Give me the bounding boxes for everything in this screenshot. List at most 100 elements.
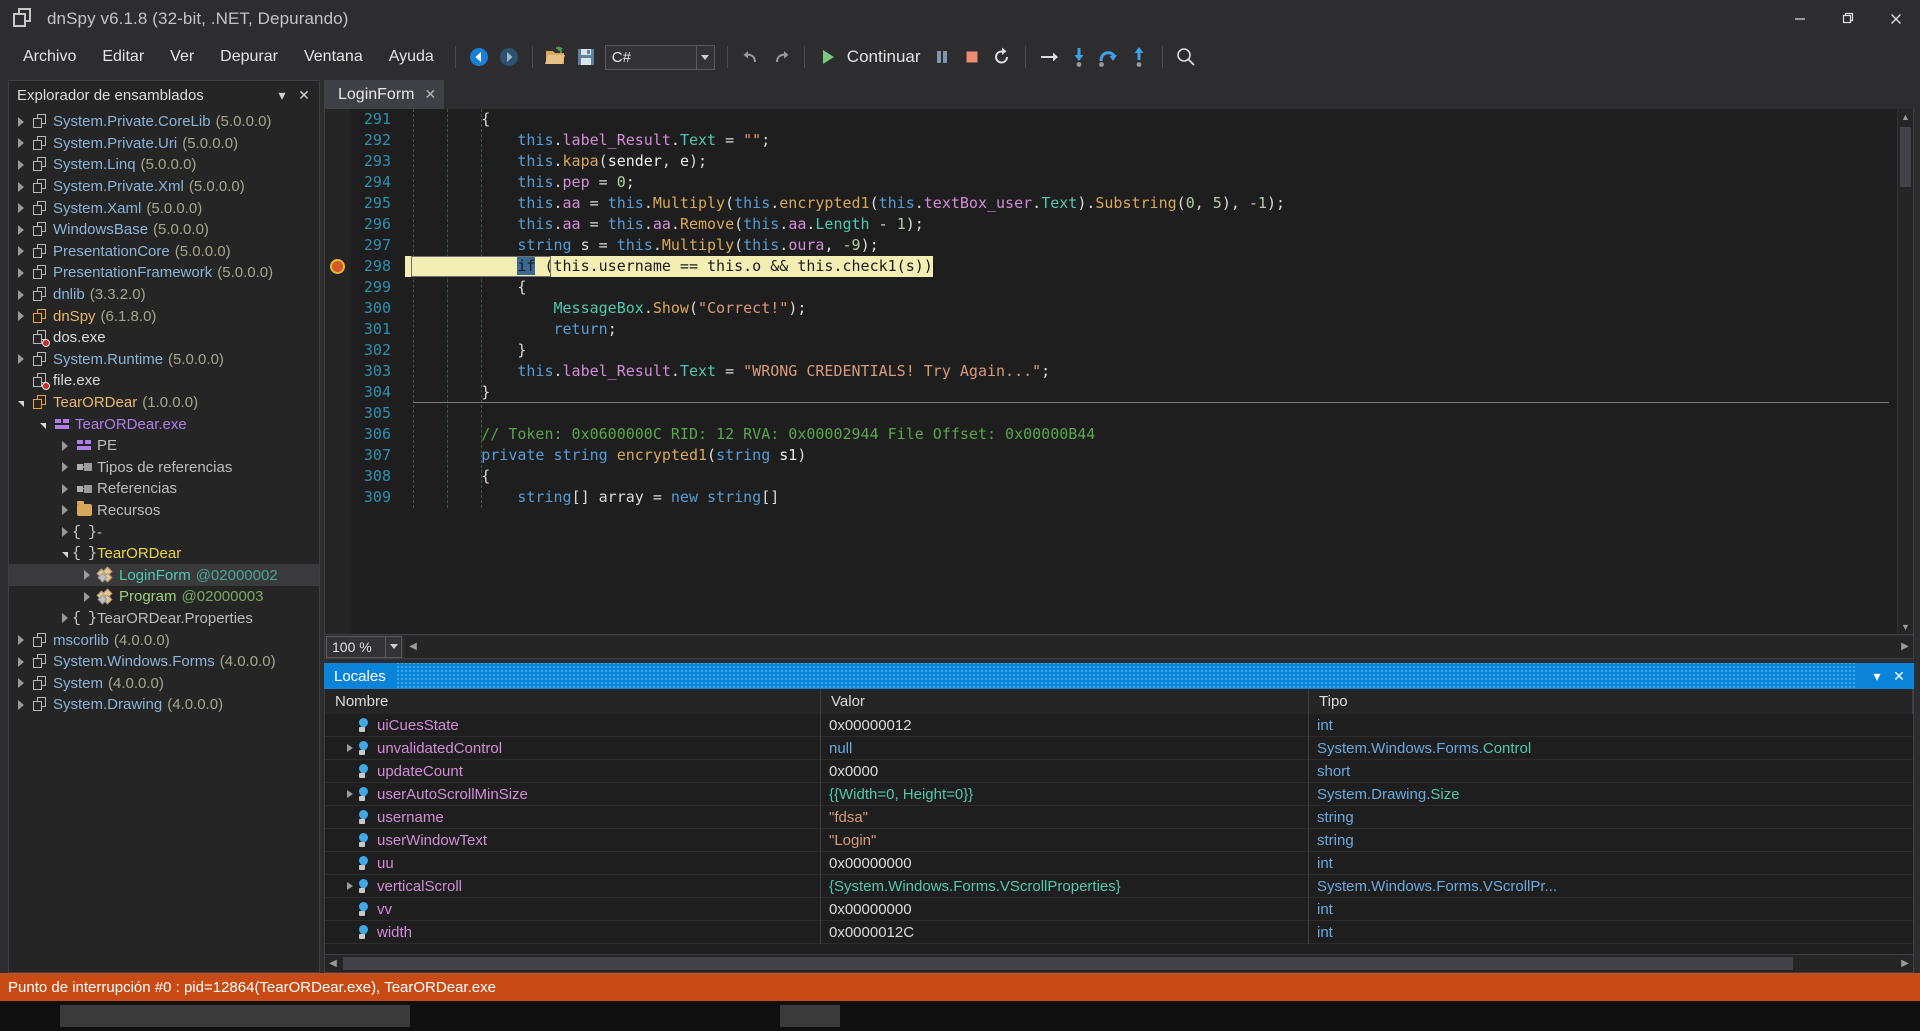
cell-nombre[interactable]: uiCuesState [325, 714, 821, 737]
locals-hscroll-left-icon[interactable]: ◀ [325, 955, 341, 972]
table-row[interactable]: width 0x0000012C int [325, 920, 1913, 944]
continue-button-icon[interactable] [813, 43, 843, 71]
cell-valor[interactable]: "Login" [821, 828, 1309, 852]
row-expander-chevron-right-icon[interactable] [343, 744, 357, 752]
tree-expander[interactable] [57, 483, 73, 494]
cell-tipo[interactable]: int [1309, 921, 1913, 944]
editor-vertical-scrollbar[interactable]: ▲ ▼ [1897, 109, 1913, 634]
chevron-right-icon[interactable] [61, 440, 69, 451]
tree-item-loginform[interactable]: LoginForm @02000002 [9, 564, 319, 587]
open-folder-icon[interactable] [541, 43, 571, 71]
chevron-right-icon[interactable] [17, 246, 25, 257]
pause-icon[interactable] [927, 43, 957, 71]
tree-item-system[interactable]: System (4.0.0.0) [9, 672, 319, 694]
continue-label[interactable]: Continuar [847, 47, 921, 67]
tree-item-system-runtime[interactable]: System.Runtime (5.0.0.0) [9, 349, 319, 371]
tree-item-tearordear[interactable]: { } TearORDear [9, 543, 319, 565]
column-header-nombre[interactable]: Nombre [325, 689, 821, 714]
tree-item-referencias[interactable]: Referencias [9, 478, 319, 500]
chevron-right-icon[interactable] [17, 354, 25, 365]
panel-close-icon[interactable]: ✕ [293, 84, 315, 106]
chevron-right-icon[interactable] [17, 656, 25, 667]
zoom-chevron-down-icon[interactable] [386, 635, 402, 658]
column-header-valor[interactable]: Valor [821, 689, 1309, 714]
table-row[interactable]: vv 0x00000000 int [325, 897, 1913, 921]
tree-expander[interactable] [13, 311, 29, 322]
code-line-309[interactable]: 309 string[] array = new string[] [351, 487, 1897, 508]
step-over-icon[interactable] [1094, 43, 1124, 71]
chevron-right-icon[interactable] [83, 570, 91, 581]
code-line-302[interactable]: 302 } [351, 340, 1897, 361]
tree-expander[interactable] [57, 613, 73, 624]
chevron-down-icon[interactable] [18, 401, 24, 408]
tree-expander[interactable] [13, 159, 29, 170]
tree-expander[interactable] [79, 591, 95, 602]
tree-item-dnlib[interactable]: dnlib (3.3.2.0) [9, 284, 319, 306]
cell-nombre[interactable]: width [325, 920, 821, 944]
tree-expander[interactable] [57, 549, 73, 559]
code-line-301[interactable]: 301 return; [351, 319, 1897, 340]
table-row[interactable]: verticalScroll {System.Windows.Forms.VScr… [325, 874, 1913, 898]
chevron-right-icon[interactable] [61, 613, 69, 624]
forward-arrow-icon[interactable] [494, 43, 524, 71]
tree-item-mscorlib[interactable]: mscorlib (4.0.0.0) [9, 629, 319, 651]
table-row[interactable]: uiCuesState 0x00000012 int [325, 714, 1913, 737]
hscroll-right-icon[interactable]: ▶ [1897, 636, 1913, 658]
tree-item-pe[interactable]: PE [9, 435, 319, 457]
code-line-300[interactable]: 300 MessageBox.Show("Correct!"); [351, 298, 1897, 319]
zoom-level[interactable]: 100 % [326, 635, 386, 658]
scroll-down-icon[interactable]: ▼ [1898, 619, 1913, 634]
tree-item-presentationframework[interactable]: PresentationFramework (5.0.0.0) [9, 262, 319, 284]
tree-expander[interactable] [13, 181, 29, 192]
column-header-tipo[interactable]: Tipo [1309, 689, 1913, 714]
cell-tipo[interactable]: string [1309, 806, 1913, 829]
step-to-cursor-icon[interactable] [1034, 43, 1064, 71]
chevron-right-icon[interactable] [17, 116, 25, 127]
menu-editar[interactable]: Editar [89, 42, 157, 72]
code-line-308[interactable]: 308 { [351, 466, 1897, 487]
cell-nombre[interactable]: vv [325, 897, 821, 921]
code-line-294[interactable]: 294 this.pep = 0; [351, 172, 1897, 193]
cell-tipo[interactable]: short [1309, 760, 1913, 783]
step-into-icon[interactable] [1064, 43, 1094, 71]
tree-expander[interactable] [57, 462, 73, 473]
chevron-right-icon[interactable] [17, 224, 25, 235]
row-expander-chevron-right-icon[interactable] [343, 882, 357, 890]
locals-close-icon[interactable]: ✕ [1888, 665, 1910, 687]
table-row[interactable]: userAutoScrollMinSize {{Width=0, Height=0… [325, 782, 1913, 806]
tree-expander[interactable] [13, 203, 29, 214]
tree-expander[interactable] [13, 138, 29, 149]
step-out-icon[interactable] [1124, 43, 1154, 71]
chevron-right-icon[interactable] [61, 483, 69, 494]
tree-item-system-private-corelib[interactable]: System.Private.CoreLib (5.0.0.0) [9, 111, 319, 133]
cell-valor[interactable]: null [821, 736, 1309, 760]
cell-valor[interactable]: 0x0000 [821, 759, 1309, 783]
back-arrow-icon[interactable] [464, 43, 494, 71]
code-line-307[interactable]: 307 private string encrypted1(string s1) [351, 445, 1897, 466]
chevron-right-icon[interactable] [17, 311, 25, 322]
code-line-293[interactable]: 293 this.kapa(sender, e); [351, 151, 1897, 172]
tree-item-recursos[interactable]: Recursos [9, 500, 319, 522]
tree-item-tearordear-exe[interactable]: TearORDear.exe [9, 413, 319, 435]
chevron-right-icon[interactable] [17, 635, 25, 646]
cell-nombre[interactable]: userWindowText [325, 828, 821, 852]
cell-valor[interactable]: "fdsa" [821, 805, 1309, 829]
table-row[interactable]: uu 0x00000000 int [325, 851, 1913, 875]
tree-item-system-linq[interactable]: System.Linq (5.0.0.0) [9, 154, 319, 176]
cell-tipo[interactable]: System.Drawing.Size [1309, 783, 1913, 806]
menu-archivo[interactable]: Archivo [10, 42, 89, 72]
close-button[interactable] [1872, 0, 1920, 38]
table-row[interactable]: username "fdsa" string [325, 805, 1913, 829]
tree-item-[interactable]: { } - [9, 521, 319, 543]
code-line-304[interactable]: 304 } [351, 382, 1897, 403]
breakpoint-gutter[interactable] [325, 109, 351, 634]
cell-valor[interactable]: 0x00000000 [821, 851, 1309, 875]
cell-valor[interactable]: {{Width=0, Height=0}} [821, 782, 1309, 806]
taskbar-item-2[interactable] [780, 1005, 840, 1027]
tree-item-windowsbase[interactable]: WindowsBase (5.0.0.0) [9, 219, 319, 241]
code-line-297[interactable]: 297 string s = this.Multiply(this.oura, … [351, 235, 1897, 256]
tree-expander[interactable] [13, 116, 29, 127]
tree-item-dos-exe[interactable]: dos.exe [9, 327, 319, 349]
cell-nombre[interactable]: verticalScroll [325, 874, 821, 898]
code-line-296[interactable]: 296 this.aa = this.aa.Remove(this.aa.Len… [351, 214, 1897, 235]
